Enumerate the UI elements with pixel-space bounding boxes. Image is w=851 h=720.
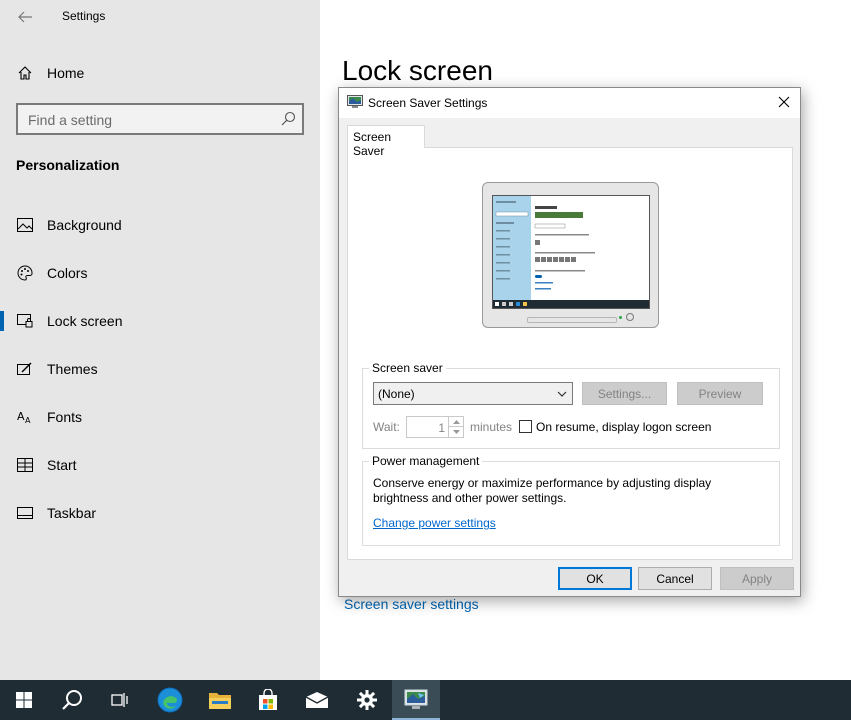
store-button[interactable] [244,680,292,720]
dialog-titlebar[interactable]: Screen Saver Settings [339,88,800,118]
fonts-icon: AA [16,408,34,426]
search-input[interactable]: Find a setting [16,103,304,135]
windows-start-icon [16,692,32,708]
screen-saver-select[interactable]: (None) [373,382,573,405]
back-arrow-icon [18,11,32,23]
minutes-label: minutes [470,420,513,434]
stepper-up-icon[interactable] [448,417,463,427]
edge-button[interactable] [146,680,194,720]
home-label: Home [47,65,85,81]
search-icon [281,111,296,126]
settings-button-taskbar[interactable] [343,680,391,720]
sidebar-item-themes[interactable]: Themes [0,351,320,387]
screen-saver-group: Screen saver (None) Settings... Preview … [362,361,780,449]
power-button-icon [626,313,634,321]
sidebar-item-label: Lock screen [47,313,123,329]
sidebar-item-lock-screen[interactable]: Lock screen [0,303,320,339]
sidebar-item-label: Fonts [47,409,83,425]
store-icon [259,689,277,710]
lock-screen-icon [16,312,34,330]
screen-saver-app-icon [347,95,363,108]
change-power-settings-link[interactable]: Change power settings [373,516,496,530]
palette-icon [16,264,34,282]
search-button[interactable] [48,680,96,720]
start-button[interactable] [0,680,48,720]
sidebar-item-label: Colors [47,265,88,281]
search-placeholder: Find a setting [28,112,113,128]
sidebar-item-label: Background [47,217,122,233]
edge-icon [157,687,183,713]
screen-saver-taskbar-button[interactable] [392,680,440,720]
dialog-title: Screen Saver Settings [368,96,488,110]
preview-thumbnail [493,196,649,308]
task-view-button[interactable] [96,680,144,720]
monitor-preview [482,182,659,328]
sidebar-item-background[interactable]: Background [0,207,320,243]
screen-saver-app-icon [404,689,428,709]
image-icon [16,216,34,234]
sidebar-item-label: Themes [47,361,98,377]
tab-label: Screen Saver [353,130,392,158]
window-title: Settings [62,9,106,23]
tab-panel: Screen saver (None) Settings... Preview … [347,147,793,560]
sidebar-item-colors[interactable]: Colors [0,255,320,291]
page-title: Lock screen [342,55,493,86]
group-label: Power management [369,454,483,468]
section-title: Personalization [16,157,120,173]
file-explorer-button[interactable] [196,680,244,720]
preview-button[interactable]: Preview [677,382,763,405]
logon-checkbox[interactable] [519,420,532,433]
home-nav-item[interactable]: Home [0,60,320,86]
task-view-icon [111,693,128,707]
themes-icon [16,360,34,378]
power-description: Conserve energy or maximize performance … [373,476,712,505]
screen-saver-settings-link[interactable]: Screen saver settings [344,596,479,612]
mail-icon [305,692,329,708]
chevron-down-icon [557,391,567,397]
mail-button[interactable] [293,680,341,720]
tab-screen-saver[interactable]: Screen Saver [347,125,425,158]
back-button[interactable] [14,6,36,28]
sidebar-item-label: Taskbar [47,505,97,521]
selected-value: (None) [378,387,415,401]
wait-stepper[interactable]: 1 [406,416,464,438]
apply-button[interactable]: Apply [720,567,794,590]
svg-text:A: A [17,410,25,423]
svg-text:A: A [25,416,31,424]
ok-button[interactable]: OK [558,567,632,590]
group-label: Screen saver [369,361,446,375]
preview-screen [492,195,650,309]
settings-sidebar: Settings Home Find a setting Personaliza… [0,0,320,680]
search-icon [62,690,82,710]
wait-label: Wait: [373,420,400,434]
sidebar-item-start[interactable]: Start [0,447,320,483]
power-management-group: Power management Conserve energy or maxi… [362,454,780,546]
monitor-base [527,317,617,323]
taskbar-icon [16,504,34,522]
logon-checkbox-label[interactable]: On resume, display logon screen [536,420,711,434]
sidebar-item-fonts[interactable]: AA Fonts [0,399,320,435]
settings-gear-icon [357,690,377,710]
home-icon [16,64,34,82]
file-explorer-icon [209,693,231,709]
stepper-down-icon[interactable] [448,427,463,437]
cancel-button[interactable]: Cancel [638,567,712,590]
sidebar-item-taskbar[interactable]: Taskbar [0,495,320,531]
power-led [619,316,622,319]
taskbar [0,680,851,720]
sidebar-item-label: Start [47,457,77,473]
start-icon [16,456,34,474]
screen-saver-dialog: Screen Saver Settings Screen Saver Scree… [338,87,801,597]
wait-value: 1 [438,421,445,435]
settings-button[interactable]: Settings... [582,382,667,405]
close-icon[interactable] [776,94,792,110]
